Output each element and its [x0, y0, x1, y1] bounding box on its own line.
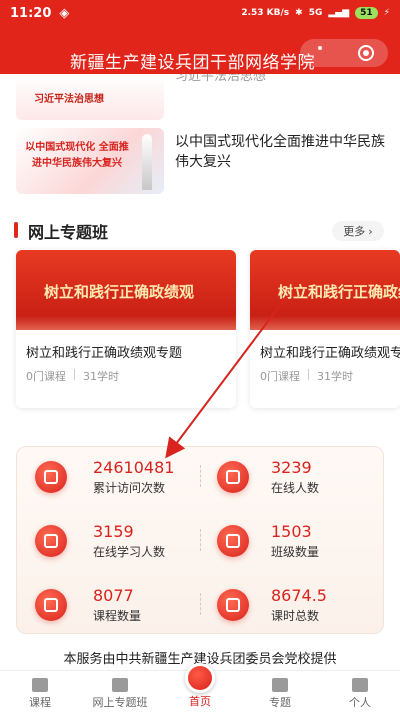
class-icon — [217, 525, 249, 557]
stat-total-visits: 24610481 累计访问次数 — [17, 455, 187, 499]
tab-label: 课程 — [29, 696, 51, 709]
network-type: 5G — [308, 8, 323, 18]
visitors-icon — [35, 461, 67, 493]
bottom-tab-bar: 课程 网上专题班 首页 专题 个人 — [0, 663, 400, 712]
stat-label: 班级数量 — [271, 545, 320, 559]
course-meta: 0门课程 31学时 — [26, 368, 119, 384]
class-tab-icon — [112, 678, 128, 692]
stat-value: 24610481 — [93, 458, 175, 477]
course-icon — [35, 589, 67, 621]
home-tab-icon — [185, 663, 215, 693]
stat-total-hours: 8674.5 课时总数 — [201, 583, 371, 627]
stat-value: 8077 — [93, 586, 134, 605]
section-header: 网上专题班 更多 › — [0, 216, 400, 244]
stat-value: 8674.5 — [271, 586, 327, 605]
section-title: 网上专题班 — [28, 223, 109, 242]
signal-icon: ▂▄▆ — [328, 8, 350, 18]
course-card[interactable]: 树立和践行正确政绩观 树立和践行正确政绩观专题 0门课程 31学时 — [250, 250, 400, 408]
person-tab-icon — [352, 678, 368, 692]
news-thumbnail-text: 习近平法治思想 — [34, 94, 104, 105]
news-title[interactable]: 习近平法治思想 — [175, 74, 266, 82]
stat-value: 3239 — [271, 458, 312, 477]
notification-icon: ◈ — [59, 5, 70, 21]
stat-online-learners: 3159 在线学习人数 — [17, 519, 187, 563]
bluetooth-icon: ✱ — [295, 8, 303, 18]
charging-icon: ⚡ — [383, 8, 390, 18]
divider — [308, 369, 309, 380]
chevron-right-icon: › — [368, 224, 373, 238]
news-thumbnail[interactable]: 习近平法治思想 — [16, 74, 164, 120]
section-accent-bar — [14, 222, 18, 238]
page-title: 新疆生产建设兵团干部网络学院 — [70, 53, 315, 73]
course-hours: 31学时 — [83, 370, 119, 383]
rocket-image — [142, 134, 152, 190]
tab-label: 网上专题班 — [92, 696, 148, 709]
divider — [74, 369, 75, 380]
mini-program-capsule[interactable] — [300, 39, 388, 67]
stat-value: 1503 — [271, 522, 312, 541]
course-hours: 31学时 — [317, 370, 353, 383]
course-meta: 0门课程 31学时 — [260, 368, 353, 384]
app-header: 新疆生产建设兵团干部网络学院 — [0, 26, 400, 74]
close-target-icon[interactable] — [358, 45, 374, 61]
statistics-panel: 24610481 累计访问次数 3239 在线人数 3159 在线学习人数 15… — [16, 446, 384, 634]
tab-topics[interactable]: 专题 — [240, 671, 320, 712]
tab-courses[interactable]: 课程 — [0, 671, 80, 712]
calendar-icon — [217, 589, 249, 621]
tab-label: 专题 — [269, 696, 291, 709]
network-speed: 2.53 KB/s — [241, 8, 290, 18]
status-bar: 11:20 ◈ 2.53 KB/s ✱ 5G ▂▄▆ 51 ⚡ — [0, 0, 400, 26]
news-thumbnail-text: 以中国式现代化 全面推进中华民族伟大复兴 — [25, 142, 129, 169]
stat-online-users: 3239 在线人数 — [201, 455, 371, 499]
learner-icon — [35, 525, 67, 557]
tab-online-classes[interactable]: 网上专题班 — [80, 671, 160, 712]
tab-label: 个人 — [349, 696, 371, 709]
battery-indicator: 51 — [355, 7, 378, 19]
stat-label: 课程数量 — [93, 609, 142, 623]
stat-label: 累计访问次数 — [93, 481, 166, 495]
course-name: 树立和践行正确政绩观专题 — [26, 346, 183, 361]
stat-class-count: 1503 班级数量 — [201, 519, 371, 563]
course-count: 0门课程 — [26, 370, 66, 383]
course-name: 树立和践行正确政绩观专题 — [260, 346, 400, 361]
status-time: 11:20 — [10, 5, 52, 21]
more-menu-icon[interactable] — [318, 46, 322, 50]
course-count: 0门课程 — [260, 370, 300, 383]
tab-profile[interactable]: 个人 — [320, 671, 400, 712]
course-banner: 树立和践行正确政绩观 — [250, 250, 400, 330]
tab-home[interactable]: 首页 — [160, 663, 240, 712]
more-button[interactable]: 更多 › — [332, 221, 384, 241]
news-thumbnail[interactable]: 以中国式现代化 全面推进中华民族伟大复兴 — [16, 128, 164, 194]
monitor-icon — [217, 461, 249, 493]
news-title[interactable]: 以中国式现代化全面推进中华民族伟大复兴 — [175, 132, 385, 172]
course-banner: 树立和践行正确政绩观 — [16, 250, 236, 330]
course-card[interactable]: 树立和践行正确政绩观 树立和践行正确政绩观专题 0门课程 31学时 — [16, 250, 236, 408]
stat-label: 在线人数 — [271, 481, 320, 495]
stat-course-count: 8077 课程数量 — [17, 583, 187, 627]
stat-value: 3159 — [93, 522, 134, 541]
stat-label: 在线学习人数 — [93, 545, 166, 559]
tab-label: 首页 — [189, 695, 211, 708]
course-tab-icon — [32, 678, 48, 692]
stat-label: 课时总数 — [271, 609, 320, 623]
more-button-label: 更多 — [343, 225, 366, 238]
topic-tab-icon — [272, 678, 288, 692]
